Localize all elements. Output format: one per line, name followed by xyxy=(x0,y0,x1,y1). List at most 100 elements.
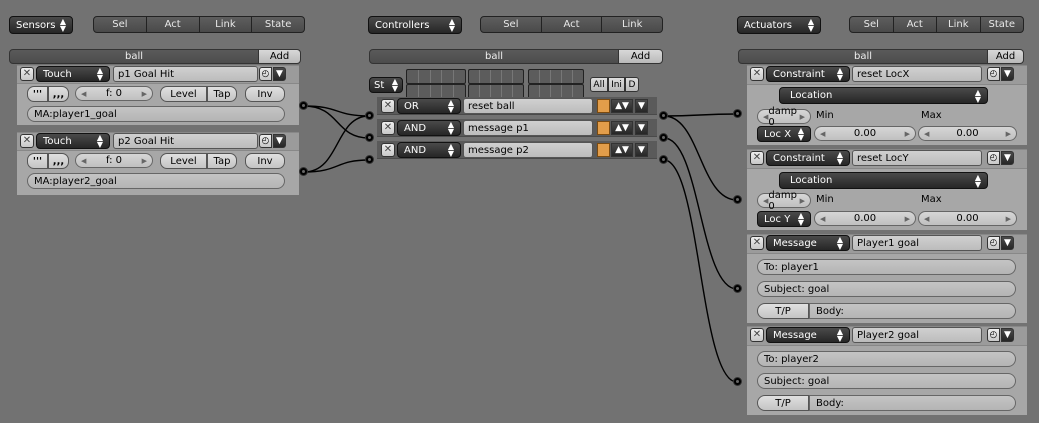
pin-icon[interactable]: ◴ xyxy=(987,151,1000,165)
controllers-menu[interactable]: Controllers ▲ ▼ xyxy=(368,16,462,34)
priority-select[interactable]: ▲▼ xyxy=(611,143,633,157)
collapse-triangle-icon[interactable]: ▼ xyxy=(1001,236,1014,250)
sensor-2-output-socket[interactable] xyxy=(299,167,308,176)
actuator-2-max-field[interactable]: ◀ 0.00 ▶ xyxy=(918,211,1017,226)
close-icon[interactable]: ✕ xyxy=(20,67,34,81)
actuators-link-button[interactable]: Link xyxy=(937,16,981,33)
state-all-button[interactable]: All xyxy=(590,77,608,92)
actuator-3-name-field[interactable]: Player1 goal xyxy=(852,235,982,251)
controller-2-output-socket[interactable] xyxy=(659,133,668,142)
close-icon[interactable]: ✕ xyxy=(750,67,764,81)
actuator-1-min-field[interactable]: ◀ 0.00 ▶ xyxy=(814,126,916,141)
collapse-triangle-icon[interactable]: ▼ xyxy=(1001,328,1014,342)
controllers-add-button[interactable]: Add xyxy=(618,49,663,64)
lock-icon[interactable] xyxy=(597,121,610,135)
actuator-4-name-field[interactable]: Player2 goal xyxy=(852,327,982,343)
pulse-true-button[interactable]: ''' xyxy=(27,86,48,102)
actuator-4-type-select[interactable]: Message ▲ ▼ xyxy=(766,327,850,343)
sensor-1-frequency[interactable]: ◀ f: 0 ▶ xyxy=(75,86,153,101)
close-icon[interactable]: ✕ xyxy=(750,151,764,165)
controllers-link-button[interactable]: Link xyxy=(602,16,664,33)
pin-icon[interactable]: ◴ xyxy=(987,328,1000,342)
sensor-2-tap-button[interactable]: Tap xyxy=(207,153,237,169)
sensor-1-level-button[interactable]: Level xyxy=(160,86,207,102)
sensor-1-inv-button[interactable]: Inv xyxy=(245,86,285,102)
actuator-4-subject-field[interactable]: Subject: goal xyxy=(757,373,1016,389)
actuator-3-to-field[interactable]: To: player1 xyxy=(757,259,1016,275)
sensor-1-type-select[interactable]: Touch ▲ ▼ xyxy=(36,66,110,82)
pulse-false-button[interactable]: ,,, xyxy=(48,153,69,169)
pin-icon[interactable]: ◴ xyxy=(259,67,272,81)
controller-3-input-socket[interactable] xyxy=(365,155,374,164)
state-mask-group-1-top[interactable] xyxy=(406,69,466,84)
collapse-triangle-icon[interactable]: ▼ xyxy=(635,99,648,113)
actuator-4-tp-button[interactable]: T/P xyxy=(757,395,809,411)
sensors-state-button[interactable]: State xyxy=(252,16,305,33)
priority-select[interactable]: ▲▼ xyxy=(611,99,633,113)
state-mask-group-3-top[interactable] xyxy=(528,69,584,84)
actuators-act-button[interactable]: Act xyxy=(893,16,937,33)
actuator-1-damp-field[interactable]: ◀ damp 0 ▶ xyxy=(757,106,811,128)
actuator-1-input-socket[interactable] xyxy=(733,109,742,118)
actuator-3-input-socket[interactable] xyxy=(733,284,742,293)
sensor-1-tap-button[interactable]: Tap xyxy=(207,86,237,102)
pin-icon[interactable]: ◴ xyxy=(987,236,1000,250)
sensor-2-name-field[interactable]: p2 Goal Hit xyxy=(113,133,258,149)
actuators-menu[interactable]: Actuators ▲ ▼ xyxy=(737,16,821,34)
controller-2-type-select[interactable]: AND ▲ ▼ xyxy=(397,120,461,136)
priority-select[interactable]: ▲▼ xyxy=(611,121,633,135)
pin-icon[interactable]: ◴ xyxy=(259,134,272,148)
actuator-4-body-field[interactable]: Body: xyxy=(809,395,1016,411)
sensors-sel-button[interactable]: Sel xyxy=(93,16,147,33)
actuator-1-name-field[interactable]: reset LocX xyxy=(852,66,982,82)
controllers-act-button[interactable]: Act xyxy=(541,16,603,33)
sensor-1-property-field[interactable]: MA:player1_goal xyxy=(27,106,285,122)
actuator-2-input-socket[interactable] xyxy=(733,195,742,204)
close-icon[interactable]: ✕ xyxy=(750,328,764,342)
state-ini-button[interactable]: Ini xyxy=(608,77,625,92)
controller-3-type-select[interactable]: AND ▲ ▼ xyxy=(397,142,461,158)
actuator-1-mode-select[interactable]: Location ▲ ▼ xyxy=(779,87,988,104)
actuator-2-axis-select[interactable]: Loc Y ▲ ▼ xyxy=(757,211,811,227)
actuator-2-name-field[interactable]: reset LocY xyxy=(852,150,982,166)
pin-icon[interactable]: ◴ xyxy=(987,67,1000,81)
sensor-2-type-select[interactable]: Touch ▲ ▼ xyxy=(36,133,110,149)
controller-1-type-select[interactable]: OR ▲ ▼ xyxy=(397,98,461,114)
actuators-sel-button[interactable]: Sel xyxy=(849,16,894,33)
actuator-3-body-field[interactable]: Body: xyxy=(809,303,1016,319)
sensor-2-frequency[interactable]: ◀ f: 0 ▶ xyxy=(75,153,153,168)
lock-icon[interactable] xyxy=(597,143,610,157)
actuator-2-damp-field[interactable]: ◀ damp 0 ▶ xyxy=(757,190,811,212)
collapse-triangle-icon[interactable]: ▼ xyxy=(273,67,286,81)
sensors-act-button[interactable]: Act xyxy=(146,16,200,33)
collapse-triangle-icon[interactable]: ▼ xyxy=(273,134,286,148)
sensors-link-button[interactable]: Link xyxy=(199,16,253,33)
actuator-2-mode-select[interactable]: Location ▲ ▼ xyxy=(779,172,988,189)
controller-3-output-socket[interactable] xyxy=(659,155,668,164)
sensor-2-level-button[interactable]: Level xyxy=(160,153,207,169)
pulse-false-button[interactable]: ,,, xyxy=(48,86,69,102)
collapse-triangle-icon[interactable]: ▼ xyxy=(1001,151,1014,165)
actuator-1-type-select[interactable]: Constraint ▲ ▼ xyxy=(766,66,850,82)
sensor-1-output-socket[interactable] xyxy=(299,101,308,110)
sensor-1-name-field[interactable]: p1 Goal Hit xyxy=(113,66,258,82)
pulse-true-button[interactable]: ''' xyxy=(27,153,48,169)
actuator-4-to-field[interactable]: To: player2 xyxy=(757,351,1016,367)
actuators-add-button[interactable]: Add xyxy=(987,49,1024,64)
actuator-3-tp-button[interactable]: T/P xyxy=(757,303,809,319)
actuator-1-axis-select[interactable]: Loc X ▲ ▼ xyxy=(757,126,811,142)
sensor-2-property-field[interactable]: MA:player2_goal xyxy=(27,173,285,189)
sensor-2-inv-button[interactable]: Inv xyxy=(245,153,285,169)
state-debug-button[interactable]: D xyxy=(625,77,639,92)
controllers-state-select[interactable]: St ▲ ▼ xyxy=(369,77,403,93)
controller-3-name-field[interactable]: message p2 xyxy=(463,142,593,158)
controller-1-output-socket[interactable] xyxy=(659,111,668,120)
collapse-triangle-icon[interactable]: ▼ xyxy=(635,121,648,135)
controller-1-name-field[interactable]: reset ball xyxy=(463,98,593,114)
actuator-2-min-field[interactable]: ◀ 0.00 ▶ xyxy=(814,211,916,226)
close-icon[interactable]: ✕ xyxy=(381,99,395,113)
close-icon[interactable]: ✕ xyxy=(381,121,395,135)
controllers-sel-button[interactable]: Sel xyxy=(480,16,542,33)
collapse-triangle-icon[interactable]: ▼ xyxy=(1001,67,1014,81)
collapse-triangle-icon[interactable]: ▼ xyxy=(635,143,648,157)
